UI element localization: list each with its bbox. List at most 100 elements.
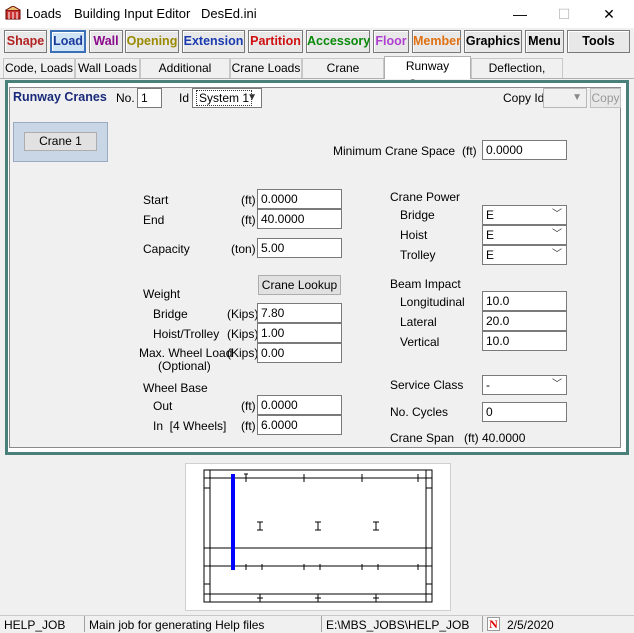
impact-longitudinal-field[interactable]: 10.0: [482, 291, 567, 311]
toolbar-floor-button[interactable]: Floor: [373, 30, 409, 53]
toolbar-opening-label: Opening: [126, 34, 178, 48]
no-cycles-field[interactable]: 0: [482, 402, 567, 422]
crane-number-field[interactable]: 1: [137, 88, 162, 108]
id-select-value: System 1: [196, 90, 253, 106]
wheel-base-out-unit: (ft): [241, 399, 256, 413]
impact-lateral-label: Lateral: [400, 315, 437, 329]
capacity-field[interactable]: 5.00: [257, 238, 342, 258]
close-button[interactable]: ✕: [594, 3, 624, 25]
toolbar-member-button[interactable]: Member: [412, 30, 461, 53]
end-field[interactable]: 40.0000: [257, 209, 342, 229]
toolbar-tools-label: Tools: [582, 34, 615, 48]
toolbar-partition-label: Partition: [250, 34, 301, 48]
toolbar-load-label: Load: [53, 34, 83, 48]
tab-wall-loads[interactable]: Wall Loads: [75, 58, 140, 78]
wheel-base-in-label: In [4 Wheels]: [153, 419, 227, 433]
wheel-base-in-field[interactable]: 6.0000: [257, 415, 342, 435]
crane-span-unit: (ft): [464, 431, 479, 445]
max-wheel-load-field[interactable]: 0.00: [257, 343, 342, 363]
power-hoist-select[interactable]: E ﹀: [482, 225, 567, 245]
weight-hoist-unit: (Kips): [227, 327, 259, 341]
toolbar-wall-label: Wall: [93, 34, 119, 48]
wheel-base-label: Wheel Base: [143, 381, 208, 395]
service-class-label: Service Class: [390, 378, 464, 392]
start-field[interactable]: 0.0000: [257, 189, 342, 209]
toolbar-tools-button[interactable]: Tools: [567, 30, 630, 53]
window-title-file: DesEd.ini: [201, 6, 257, 21]
capacity-label: Capacity: [143, 242, 190, 256]
tab-code-loads-label: Code, Loads: [4, 61, 74, 75]
chevron-down-icon: ▼: [572, 92, 582, 103]
app-icon: [5, 6, 21, 20]
copy-id-select[interactable]: ▼: [543, 88, 587, 108]
crane-plan-view: [185, 463, 451, 611]
toolbar-opening-button[interactable]: Opening: [125, 30, 179, 53]
end-unit: (ft): [241, 213, 256, 227]
service-class-value: -: [486, 378, 490, 392]
crane-lookup-button[interactable]: Crane Lookup: [258, 275, 341, 295]
toolbar-graphics-button[interactable]: Graphics: [464, 30, 522, 53]
toolbar-menu-label: Menu: [528, 34, 561, 48]
wheel-base-in-unit: (ft): [241, 419, 256, 433]
minimize-button[interactable]: —: [505, 3, 535, 25]
tab-crane-loads[interactable]: Crane Loads: [230, 58, 302, 78]
tab-runway-cranes[interactable]: Runway Cranes: [384, 56, 471, 91]
impact-lateral-field[interactable]: 20.0: [482, 311, 567, 331]
toolbar-menu-button[interactable]: Menu: [525, 30, 564, 53]
weight-bridge-unit: (Kips): [227, 307, 259, 321]
chevron-down-icon: ﹀: [552, 249, 562, 260]
chevron-down-icon: ﹀: [552, 379, 562, 390]
max-wheel-load-label: Max. Wheel Load: [139, 346, 233, 360]
power-trolley-label: Trolley: [400, 248, 436, 262]
title-bar: Loads Building Input Editor DesEd.ini — …: [0, 0, 634, 28]
tab-strip-line: [0, 78, 634, 79]
toolbar-partition-button[interactable]: Partition: [248, 30, 303, 53]
weight-hoist-field[interactable]: 1.00: [257, 323, 342, 343]
power-bridge-select[interactable]: E ﹀: [482, 205, 567, 225]
crane-power-label: Crane Power: [390, 190, 461, 204]
crane-1-button[interactable]: Crane 1: [24, 132, 97, 151]
beam-impact-label: Beam Impact: [390, 277, 461, 291]
id-select[interactable]: System 1 ▼: [192, 88, 262, 108]
window-title-editor: Building Input Editor: [74, 6, 191, 21]
crane-span-value: 40.0000: [482, 431, 526, 445]
toolbar-accessory-label: Accessory: [307, 34, 371, 48]
max-wheel-load-optional: (Optional): [158, 359, 211, 373]
power-bridge-label: Bridge: [400, 208, 435, 222]
tab-deflection-yields[interactable]: Deflection, Yields: [471, 58, 563, 93]
wheel-base-out-label: Out: [153, 399, 173, 413]
tab-code-loads[interactable]: Code, Loads: [3, 58, 75, 78]
min-crane-space-unit: (ft): [462, 144, 477, 158]
min-crane-space-field[interactable]: 0.0000: [482, 140, 567, 160]
building-plan-drawing: [203, 469, 433, 603]
max-wheel-load-unit: (Kips): [227, 346, 259, 360]
status-date: 2/5/2020: [507, 618, 554, 632]
service-class-select[interactable]: - ﹀: [482, 375, 567, 395]
power-hoist-value: E: [486, 228, 495, 242]
toolbar-accessory-button[interactable]: Accessory: [306, 30, 370, 53]
wheel-base-out-field[interactable]: 0.0000: [257, 395, 342, 415]
id-label: Id: [179, 91, 190, 105]
tab-additional-loads[interactable]: Additional Loads: [140, 58, 230, 93]
tab-crane-systems[interactable]: Crane Systems: [302, 58, 384, 93]
end-label: End: [143, 213, 165, 227]
capacity-unit: (ton): [231, 242, 256, 256]
toolbar-floor-label: Floor: [375, 34, 407, 48]
weight-bridge-field[interactable]: 7.80: [257, 303, 342, 323]
toolbar-load-button[interactable]: Load: [50, 30, 86, 53]
weight-label: Weight: [143, 287, 181, 301]
copy-button[interactable]: Copy: [590, 88, 621, 108]
impact-vertical-field[interactable]: 10.0: [482, 331, 567, 351]
no-label: No.: [116, 91, 135, 105]
toolbar-shape-button[interactable]: Shape: [4, 30, 47, 53]
power-trolley-select[interactable]: E ﹀: [482, 245, 567, 265]
status-bar: HELP_JOB Main job for generating Help fi…: [0, 615, 634, 633]
crane-span-label: Crane Span: [390, 431, 455, 445]
power-hoist-label: Hoist: [400, 228, 428, 242]
tab-crane-loads-label: Crane Loads: [231, 61, 301, 75]
toolbar-wall-button[interactable]: Wall: [89, 30, 123, 53]
start-label: Start: [143, 193, 169, 207]
toolbar-extension-button[interactable]: Extension: [182, 30, 245, 53]
power-bridge-value: E: [486, 208, 495, 222]
maximize-button[interactable]: ☐: [549, 3, 579, 25]
